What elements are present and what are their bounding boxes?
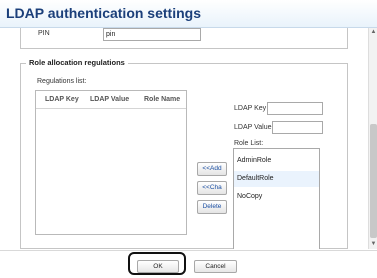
regulations-table-header: LDAP Key LDAP Value Role Name bbox=[36, 91, 186, 109]
column-ldap-key[interactable]: LDAP Key bbox=[45, 96, 79, 103]
pin-input[interactable]: pin bbox=[103, 28, 201, 41]
vertical-scrollbar[interactable]: ▲ ▼ bbox=[368, 28, 377, 249]
regulations-list-label: Regulations list: bbox=[37, 78, 87, 85]
ldap-key-input[interactable] bbox=[267, 102, 323, 115]
ldap-key-label: LDAP Key bbox=[234, 105, 267, 112]
column-ldap-value[interactable]: LDAP Value bbox=[90, 96, 129, 103]
scroll-down-icon[interactable]: ▼ bbox=[369, 240, 377, 249]
role-list-label: Role List: bbox=[234, 140, 264, 147]
dialog-titlebar: LDAP authentication settings bbox=[0, 0, 377, 28]
dialog-title: LDAP authentication settings bbox=[6, 5, 201, 21]
role-listbox[interactable]: AdminRole DefaultRole NoCopy bbox=[233, 148, 320, 249]
scroll-up-icon[interactable]: ▲ bbox=[369, 28, 377, 37]
change-button[interactable]: <<Cha bbox=[197, 181, 227, 195]
delete-button[interactable]: Delete bbox=[197, 200, 227, 214]
role-item-nocopy[interactable]: NoCopy bbox=[234, 189, 319, 205]
pin-section: PIN pin bbox=[20, 28, 348, 49]
cancel-button[interactable]: Cancel bbox=[194, 260, 237, 273]
role-allocation-legend: Role allocation regulations bbox=[26, 58, 128, 67]
dialog-content: PIN pin Role allocation regulations Regu… bbox=[0, 28, 368, 249]
ldap-value-label: LDAP Value bbox=[234, 124, 272, 131]
role-item-default[interactable]: DefaultRole bbox=[234, 171, 319, 187]
ldap-settings-dialog: LDAP authentication settings PIN pin Rol… bbox=[0, 0, 377, 278]
role-item-admin[interactable]: AdminRole bbox=[234, 153, 319, 169]
pin-label: PIN bbox=[38, 30, 50, 37]
add-button[interactable]: <<Add bbox=[197, 162, 227, 176]
ldap-value-input[interactable] bbox=[272, 121, 323, 134]
ok-button[interactable]: OK bbox=[137, 260, 179, 273]
column-role-name[interactable]: Role Name bbox=[144, 96, 180, 103]
dialog-footer: OK Cancel bbox=[0, 250, 377, 278]
regulations-table[interactable]: LDAP Key LDAP Value Role Name bbox=[35, 90, 187, 235]
role-allocation-fieldset: Role allocation regulations Regulations … bbox=[20, 58, 348, 249]
scroll-thumb[interactable] bbox=[370, 124, 377, 238]
